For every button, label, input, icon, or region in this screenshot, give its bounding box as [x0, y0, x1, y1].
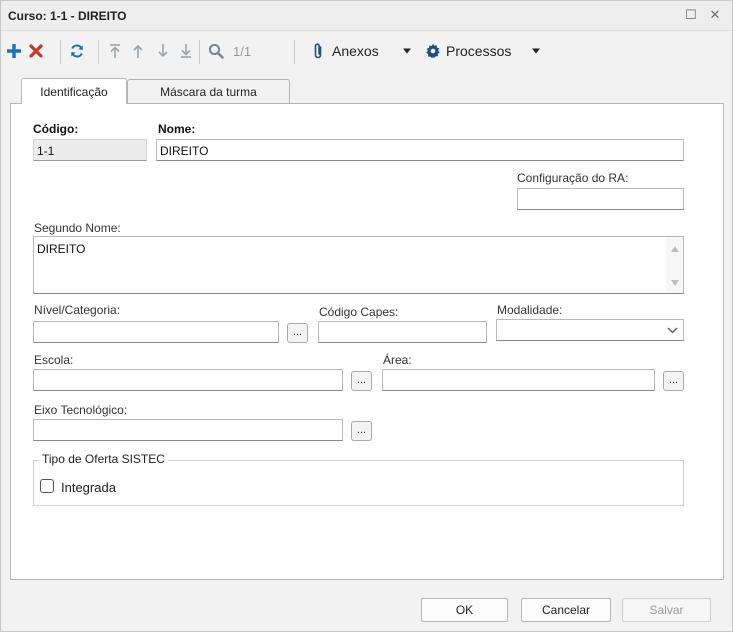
search-icon[interactable] [206, 40, 226, 62]
tipo-oferta-legend: Tipo de Oferta SISTEC [39, 452, 168, 466]
config-ra-label: Configuração do RA: [517, 171, 629, 185]
codigo-capes-input[interactable] [318, 321, 487, 343]
area-lookup-button[interactable]: ... [663, 371, 684, 391]
eixo-tecnologico-input[interactable] [33, 419, 343, 441]
area-input[interactable] [382, 369, 655, 391]
segundo-nome-scrollbar[interactable] [666, 237, 683, 293]
escola-input[interactable] [33, 369, 343, 391]
last-record-icon[interactable] [176, 40, 196, 62]
integrada-label[interactable]: Integrada [61, 480, 116, 495]
close-icon[interactable]: ✕ [707, 7, 723, 23]
ok-button[interactable]: OK [421, 598, 508, 622]
scroll-down-icon[interactable] [670, 279, 680, 287]
previous-record-icon[interactable] [128, 40, 148, 62]
window-title: Curso: 1-1 - DIREITO [8, 9, 127, 23]
modalidade-select[interactable] [496, 319, 684, 341]
integrada-checkbox[interactable] [40, 479, 54, 493]
nivel-categoria-label: Nível/Categoria: [34, 303, 121, 317]
toolbar-separator [199, 40, 200, 64]
course-dialog-window: Curso: 1-1 - DIREITO ☐ ✕ 1/1 Anexos Proc… [0, 0, 733, 632]
cancelar-button[interactable]: Cancelar [521, 598, 611, 622]
eixo-tecnologico-label: Eixo Tecnológico: [34, 403, 128, 417]
refresh-icon[interactable] [67, 40, 87, 62]
salvar-button[interactable]: Salvar [622, 598, 711, 622]
config-ra-input[interactable] [517, 188, 684, 210]
segundo-nome-textarea[interactable]: DIREITO [33, 236, 684, 294]
segundo-nome-value: DIREITO [37, 242, 86, 256]
modalidade-label: Modalidade: [497, 303, 563, 317]
nivel-categoria-lookup-button[interactable]: ... [287, 323, 308, 343]
tab-identificacao[interactable]: Identificação [21, 78, 127, 104]
nome-label: Nome: [158, 122, 196, 136]
anexos-dropdown-arrow-icon[interactable] [397, 40, 417, 62]
processos-dropdown-arrow-icon[interactable] [526, 40, 546, 62]
add-icon[interactable] [4, 40, 24, 62]
maximize-icon[interactable]: ☐ [683, 7, 699, 23]
delete-icon[interactable] [26, 40, 46, 62]
nome-input[interactable]: DIREITO [156, 139, 684, 161]
anexos-menu-label[interactable]: Anexos [332, 43, 379, 59]
nivel-categoria-input[interactable] [33, 321, 279, 343]
eixo-tecnologico-lookup-button[interactable]: ... [351, 421, 372, 441]
title-bar: Curso: 1-1 - DIREITO ☐ ✕ [1, 1, 732, 31]
area-label: Área: [383, 353, 412, 367]
escola-label: Escola: [34, 353, 74, 367]
escola-lookup-button[interactable]: ... [351, 371, 372, 391]
scroll-up-icon[interactable] [670, 245, 680, 253]
toolbar-separator [60, 40, 61, 64]
tab-mascara-da-turma[interactable]: Máscara da turma [127, 79, 290, 104]
first-record-icon[interactable] [105, 40, 125, 62]
segundo-nome-label: Segundo Nome: [34, 221, 121, 235]
chevron-down-icon[interactable] [667, 327, 678, 334]
tipo-oferta-fieldset [33, 460, 684, 506]
toolbar-separator [294, 40, 295, 64]
processos-menu-label[interactable]: Processos [446, 43, 511, 59]
record-counter: 1/1 [233, 44, 252, 59]
codigo-label: Código: [33, 122, 79, 136]
attachment-icon[interactable] [308, 40, 328, 62]
gear-icon[interactable] [423, 40, 443, 62]
codigo-field: 1-1 [33, 139, 147, 161]
next-record-icon[interactable] [153, 40, 173, 62]
toolbar: 1/1 Anexos Processos [1, 32, 732, 70]
codigo-capes-label: Código Capes: [319, 305, 399, 319]
toolbar-separator [98, 40, 99, 64]
